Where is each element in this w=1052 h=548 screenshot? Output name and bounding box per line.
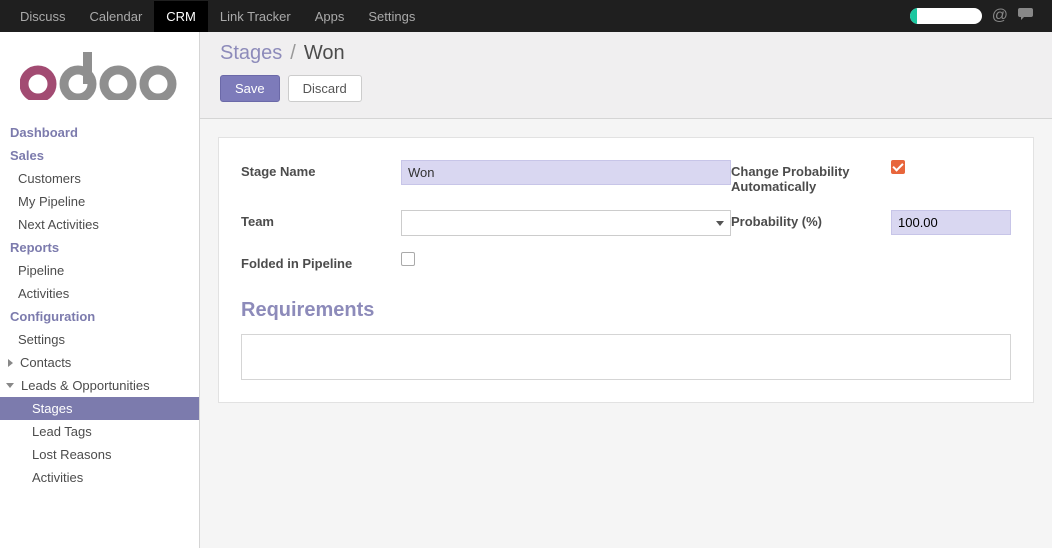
label-folded: Folded in Pipeline [241, 252, 401, 271]
sidebar-link-customers[interactable]: Customers [0, 167, 199, 190]
content-header: Stages / Won Save Discard [200, 32, 1052, 119]
breadcrumb-separator: / [290, 42, 296, 65]
caret-right-icon [8, 359, 13, 367]
nav-crm[interactable]: CRM [154, 1, 208, 32]
sidebar-link-stages[interactable]: Stages [0, 397, 199, 420]
sidebar-link-activities[interactable]: Activities [0, 282, 199, 305]
sidebar-link-pipeline[interactable]: Pipeline [0, 259, 199, 282]
sidebar-link-my-pipeline[interactable]: My Pipeline [0, 190, 199, 213]
breadcrumb: Stages / Won [220, 42, 1032, 65]
label-stage-name: Stage Name [241, 160, 401, 179]
form-sheet: Stage Name Change Probability Automatica… [218, 137, 1034, 403]
caret-down-icon [6, 383, 14, 388]
sidebar-link-next-activities[interactable]: Next Activities [0, 213, 199, 236]
sidebar-header-dashboard[interactable]: Dashboard [0, 121, 199, 144]
at-icon[interactable]: @ [992, 7, 1008, 25]
label-probability: Probability (%) [731, 210, 891, 229]
sidebar-tree-leads-label: Leads & Opportunities [21, 378, 150, 393]
chevron-down-icon [716, 221, 724, 226]
checkbox-change-prob[interactable] [891, 160, 905, 174]
sidebar-header-configuration[interactable]: Configuration [0, 305, 199, 328]
breadcrumb-parent[interactable]: Stages [220, 42, 282, 65]
sidebar: Dashboard Sales Customers My Pipeline Ne… [0, 32, 200, 548]
nav-discuss[interactable]: Discuss [8, 1, 78, 32]
logo [0, 46, 199, 121]
sidebar-header-reports[interactable]: Reports [0, 236, 199, 259]
section-requirements-title: Requirements [219, 299, 1033, 330]
select-team[interactable] [401, 210, 731, 236]
sidebar-header-sales[interactable]: Sales [0, 144, 199, 167]
input-probability[interactable] [891, 210, 1011, 235]
nav-apps[interactable]: Apps [303, 1, 357, 32]
nav-settings[interactable]: Settings [356, 1, 427, 32]
sidebar-link-settings[interactable]: Settings [0, 328, 199, 351]
sidebar-tree-contacts[interactable]: Contacts [0, 351, 199, 374]
topnav-items: Discuss Calendar CRM Link Tracker Apps S… [8, 1, 427, 32]
chat-icon[interactable] [1018, 7, 1036, 26]
input-stage-name[interactable] [401, 160, 731, 185]
progress-indicator[interactable] [910, 8, 982, 24]
breadcrumb-current: Won [304, 42, 345, 65]
sidebar-link-lost-reasons[interactable]: Lost Reasons [0, 443, 199, 466]
sidebar-tree-contacts-label: Contacts [20, 355, 71, 370]
discard-button[interactable]: Discard [288, 75, 362, 102]
main-content: Stages / Won Save Discard Stage Name Cha… [200, 32, 1052, 548]
nav-calendar[interactable]: Calendar [78, 1, 155, 32]
checkbox-folded[interactable] [401, 252, 415, 266]
sidebar-link-lead-tags[interactable]: Lead Tags [0, 420, 199, 443]
sidebar-link-lo-activities[interactable]: Activities [0, 466, 199, 489]
label-team: Team [241, 210, 401, 229]
nav-link-tracker[interactable]: Link Tracker [208, 1, 303, 32]
top-navbar: Discuss Calendar CRM Link Tracker Apps S… [0, 0, 1052, 32]
label-change-prob: Change Probability Automatically [731, 160, 891, 194]
textarea-requirements[interactable] [241, 334, 1011, 380]
sidebar-tree-leads[interactable]: Leads & Opportunities [0, 374, 199, 397]
save-button[interactable]: Save [220, 75, 280, 102]
